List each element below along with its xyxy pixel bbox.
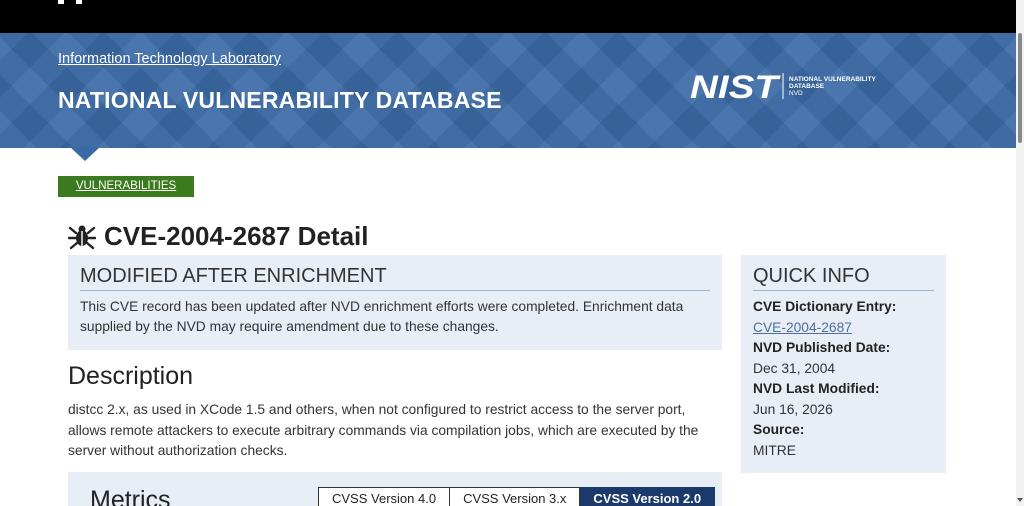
scroll-down-arrow-icon[interactable] [1017, 498, 1023, 502]
last-modified-label: NVD Last Modified: [753, 381, 880, 396]
cve-entry-link[interactable]: CVE-2004-2687 [753, 320, 852, 335]
cvss-version-tabs: CVSS Version 4.0 CVSS Version 3.x CVSS V… [318, 487, 716, 506]
nist-logo-partial [58, 0, 82, 4]
page-scrollbar[interactable] [1016, 0, 1024, 506]
metrics-heading: Metrics [90, 486, 171, 506]
nvd-logo-text: NATIONAL VULNERABILITY DATABASE NVD [789, 76, 876, 97]
metrics-section: Metrics CVSS Version 4.0 CVSS Version 3.… [68, 472, 722, 506]
published-date-label: NVD Published Date: [753, 340, 891, 355]
source-value: MITRE [753, 442, 796, 458]
bug-icon [68, 225, 96, 250]
site-banner: Information Technology Laboratory NATION… [0, 33, 1016, 148]
source-label: Source: [753, 422, 805, 437]
banner-notch [70, 147, 100, 161]
quick-info-heading: QUICK INFO [753, 265, 934, 291]
description-heading: Description [68, 362, 194, 390]
nist-logo[interactable]: NIST [690, 71, 785, 101]
svg-text:NIST: NIST [690, 71, 781, 101]
page-title: CVE-2004-2687 Detail [68, 219, 368, 253]
tab-cvss-2[interactable]: CVSS Version 2.0 [580, 487, 716, 506]
site-title[interactable]: NATIONAL VULNERABILITY DATABASE [58, 87, 502, 114]
scrollbar-thumb[interactable] [1018, 33, 1022, 143]
cve-title: CVE-2004-2687 Detail [104, 220, 369, 251]
cve-entry-label: CVE Dictionary Entry: [753, 299, 897, 314]
modified-notice-text: This CVE record has been updated after N… [80, 299, 684, 334]
modified-notice-heading: MODIFIED AFTER ENRICHMENT [80, 265, 710, 291]
tab-cvss-3[interactable]: CVSS Version 3.x [450, 487, 581, 506]
modified-notice: MODIFIED AFTER ENRICHMENT This CVE recor… [68, 255, 722, 350]
top-bar [0, 0, 1016, 33]
last-modified-value: Jun 16, 2026 [753, 401, 833, 417]
quick-info-panel: QUICK INFO CVE Dictionary Entry: CVE-200… [741, 255, 946, 473]
published-date-value: Dec 31, 2004 [753, 360, 836, 376]
tab-cvss-4[interactable]: CVSS Version 4.0 [318, 487, 451, 506]
description-text: distcc 2.x, as used in XCode 1.5 and oth… [68, 402, 699, 458]
vulnerabilities-breadcrumb[interactable]: VULNERABILITIES [58, 176, 194, 197]
itl-link[interactable]: Information Technology Laboratory [58, 51, 281, 67]
